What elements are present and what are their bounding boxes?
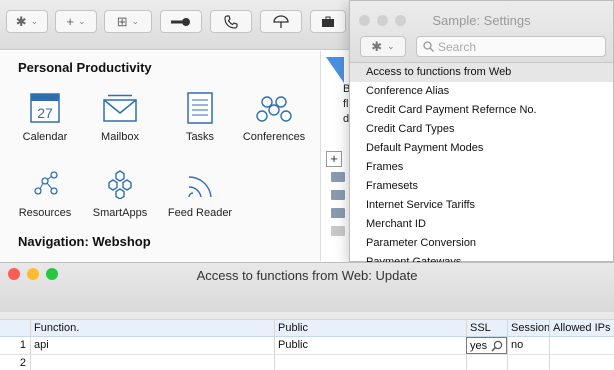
cell-ssl-value: yes: [470, 340, 488, 352]
phone-icon: [224, 14, 238, 29]
search-input[interactable]: [438, 39, 588, 54]
window-title: Access to functions from Web: Update: [196, 268, 418, 283]
mailbox-icon: [99, 89, 141, 127]
cell-public[interactable]: [274, 355, 466, 370]
app-label: Mailbox: [101, 131, 139, 143]
cell-function[interactable]: api: [30, 337, 274, 354]
grid-icon: ⊞: [116, 13, 128, 29]
search-box[interactable]: [416, 36, 606, 57]
settings-item-merchant-id[interactable]: Merchant ID: [350, 215, 613, 234]
settings-item-conference-alias[interactable]: Conference Alias: [350, 82, 613, 101]
navigation-webshop-heading: Navigation: Webshop: [18, 234, 151, 249]
column-header-public[interactable]: Public: [274, 320, 466, 336]
settings-item-access-functions[interactable]: Access to functions from Web: [350, 63, 613, 82]
add-button[interactable]: +: [326, 151, 342, 167]
column-header-allowed-ips[interactable]: Allowed IPs: [549, 320, 614, 336]
calendar-badge: 27: [37, 105, 53, 121]
document-icon: [331, 226, 345, 236]
app-label: SmartApps: [92, 207, 148, 219]
row-number: 1: [19, 339, 26, 351]
briefcase-icon: [322, 16, 334, 27]
column-header-function[interactable]: Function.: [30, 320, 274, 336]
conferences-icon: [253, 89, 295, 127]
key-button[interactable]: [160, 10, 202, 33]
tasks-icon: [179, 89, 221, 127]
chevron-down-icon: ⌄: [30, 16, 39, 26]
smartapps-icon: [99, 165, 141, 203]
cell-public[interactable]: Public: [274, 337, 466, 354]
table-row[interactable]: 2: [0, 355, 614, 370]
settings-item-cc-types[interactable]: Credit Card Types: [350, 120, 613, 139]
phone-button[interactable]: [210, 10, 252, 33]
settings-gear-button[interactable]: ✱ ⌄: [360, 36, 406, 57]
update-window: Access to functions from Web: Update Fun…: [0, 262, 614, 370]
cell-ssl[interactable]: yes: [466, 337, 507, 354]
settings-popup-title: Sample: Settings: [432, 13, 531, 28]
functions-table: Function. Public SSL Session Allowed IPs…: [0, 320, 614, 370]
gear-menu-button[interactable]: ✱ ⌄: [6, 10, 48, 33]
settings-item-parameter-conversion[interactable]: Parameter Conversion: [350, 234, 613, 253]
table-header: Function. Public SSL Session Allowed IPs: [0, 320, 614, 337]
settings-popup: Sample: Settings ✱⌄ Access to functions …: [349, 0, 614, 268]
app-conferences[interactable]: Conferences: [229, 89, 319, 143]
folder-icon: [331, 172, 345, 182]
settings-popup-header: Sample: Settings ✱ ⌄: [350, 1, 613, 63]
add-menu-button[interactable]: + ⌄: [55, 10, 97, 33]
personal-productivity-heading: Personal Productivity: [18, 60, 152, 75]
settings-list: Access to functions from Web Conference …: [350, 63, 613, 272]
cell-allowed-ips[interactable]: [549, 337, 614, 354]
gear-icon: ✱: [371, 38, 383, 54]
umbrella-icon: [273, 14, 289, 28]
row-number-header: [0, 320, 30, 336]
folder-icon: [331, 190, 345, 200]
cell-allowed-ips[interactable]: [549, 355, 614, 370]
app-mailbox[interactable]: Mailbox: [75, 89, 165, 143]
resources-icon: [24, 165, 66, 203]
app-smartapps[interactable]: SmartApps: [75, 165, 165, 219]
chevron-down-icon: ⌄: [387, 41, 395, 51]
detail-line: fl: [343, 98, 349, 110]
row-number: 2: [19, 357, 26, 369]
feed-reader-icon: [179, 165, 221, 203]
briefcase-button[interactable]: [310, 10, 346, 33]
chevron-down-icon: ⌄: [78, 16, 86, 26]
settings-item-tariffs[interactable]: Internet Service Tariffs: [350, 196, 613, 215]
cell-session[interactable]: [507, 355, 549, 370]
chevron-down-icon: ⌄: [131, 16, 140, 26]
plus-icon: +: [66, 14, 75, 29]
grid-menu-button[interactable]: ⊞ ⌄: [104, 10, 152, 33]
settings-item-frames[interactable]: Frames: [350, 158, 613, 177]
toolbar-area: [0, 312, 614, 320]
settings-item-cc-payment-ref[interactable]: Credit Card Payment Refernce No.: [350, 101, 613, 120]
settings-item-framesets[interactable]: Framesets: [350, 177, 613, 196]
calendar-icon: 27: [24, 89, 66, 127]
key-icon: [171, 17, 190, 26]
app-label: Conferences: [242, 131, 306, 143]
cell-ssl[interactable]: [466, 355, 507, 370]
app-feed-reader[interactable]: Feed Reader: [155, 165, 245, 219]
cell-session[interactable]: no: [507, 337, 549, 354]
table-row[interactable]: 1 api Public yes no: [0, 337, 614, 355]
umbrella-button[interactable]: [260, 10, 302, 33]
folder-icon: [331, 208, 345, 218]
column-header-session[interactable]: Session: [507, 320, 549, 336]
update-window-titlebar: Access to functions from Web: Update: [0, 262, 614, 312]
cell-function[interactable]: [30, 355, 274, 370]
column-header-ssl[interactable]: SSL: [466, 320, 507, 336]
gear-icon: ✱: [15, 13, 27, 29]
settings-item-default-payment[interactable]: Default Payment Modes: [350, 139, 613, 158]
lookup-icon[interactable]: [491, 340, 503, 352]
app-label: Feed Reader: [167, 207, 233, 219]
search-icon: [423, 41, 434, 52]
